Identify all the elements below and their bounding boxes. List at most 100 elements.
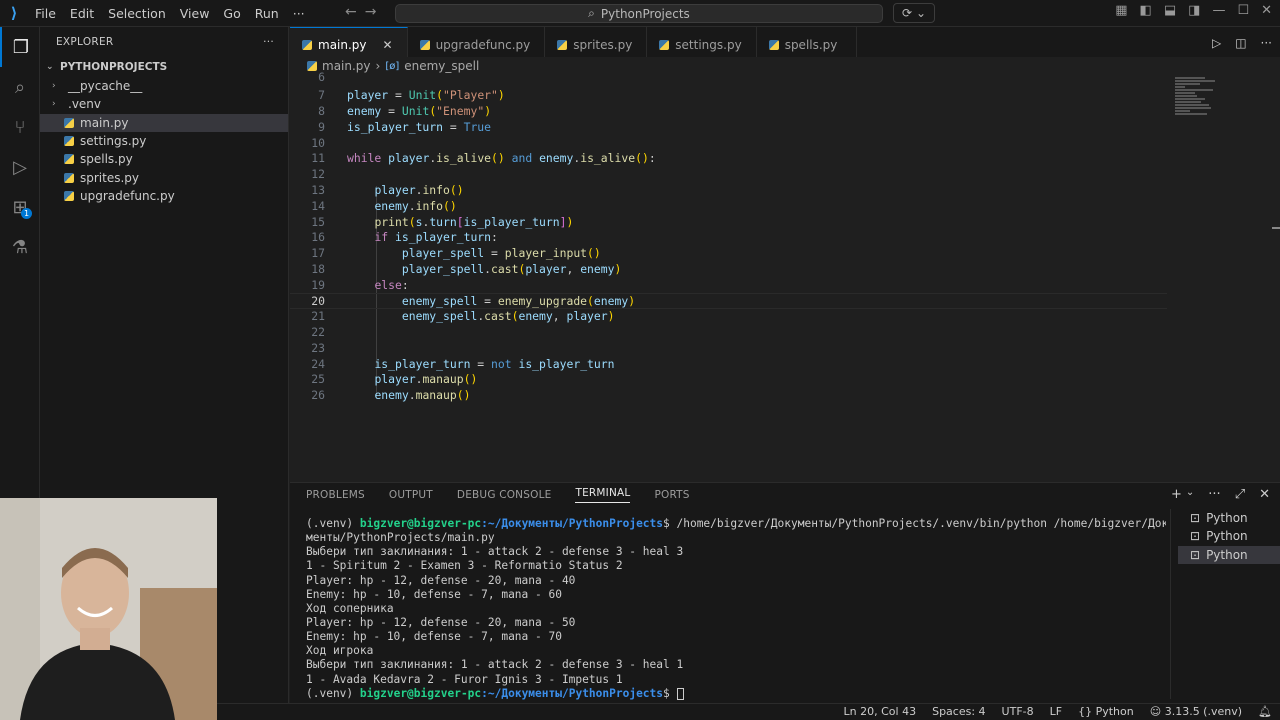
tree-file-settings[interactable]: settings.py (40, 132, 288, 150)
code-line: 9 is_player_turn = True (290, 120, 1170, 136)
menu-go[interactable]: Go (216, 6, 247, 21)
status-interpreter[interactable]: ☺ 3.13.5 (.venv) (1150, 705, 1242, 718)
terminal-line: (.venv) bigzver@bigzver-pc:~/Документы/P… (306, 517, 1166, 531)
command-center[interactable]: ⌕ PythonProjects (395, 4, 883, 23)
tree-item-label: sprites.py (80, 170, 140, 185)
status-cursor-position[interactable]: Ln 20, Col 43 (844, 705, 917, 718)
status-eol[interactable]: LF (1050, 705, 1062, 718)
run-debug-icon[interactable]: ▷ (0, 147, 40, 187)
status-language[interactable]: {} Python (1078, 705, 1134, 718)
testing-icon[interactable]: ⚗ (0, 227, 40, 267)
minimize-icon[interactable]: — (1212, 3, 1225, 18)
toggle-secondary-sidebar-icon[interactable]: ◨ (1188, 3, 1200, 18)
code-line: 15 print(s.turn[is_player_turn]) (290, 215, 1170, 231)
customize-layout-icon[interactable]: ▦ (1115, 3, 1127, 18)
source-control-icon[interactable]: ⑂ (0, 107, 40, 147)
toggle-panel-icon[interactable]: ⬓ (1164, 3, 1176, 18)
line-number: 12 (311, 167, 325, 181)
line-number: 20 (311, 294, 325, 308)
project-root[interactable]: ⌄ PYTHONPROJECTS (40, 57, 288, 77)
search-icon[interactable]: ⌕ (0, 67, 40, 107)
code-line: 10 (290, 136, 1170, 152)
panel-tabs: PROBLEMS OUTPUT DEBUG CONSOLE TERMINAL P… (290, 483, 1280, 507)
tab-terminal[interactable]: TERMINAL (575, 487, 631, 503)
status-language-label: Python (1095, 705, 1134, 718)
extensions-icon[interactable]: ⊞ 1 (0, 187, 40, 227)
minimap[interactable] (1175, 77, 1235, 121)
menu-more[interactable]: ··· (286, 6, 312, 21)
tab-problems[interactable]: PROBLEMS (306, 489, 365, 501)
close-panel-icon[interactable]: ✕ (1259, 487, 1270, 502)
terminal-instance-label: Python (1206, 529, 1248, 544)
code-line: 18 player_spell.cast(player, enemy) (290, 262, 1170, 278)
toggle-sidebar-icon[interactable]: ◧ (1140, 3, 1152, 18)
line-number: 26 (311, 388, 325, 402)
terminal-line: 1 - Spiritum 2 - Examen 3 - Reformatio S… (306, 559, 623, 573)
terminal-line: Выбери тип заклинания: 1 - attack 2 - de… (306, 545, 684, 559)
tab-output[interactable]: OUTPUT (389, 489, 433, 501)
line-number: 8 (318, 104, 325, 118)
terminal-list-divider (1170, 509, 1171, 699)
terminal-output[interactable]: (.venv) bigzver@bigzver-pc:~/Документы/P… (306, 517, 1166, 701)
editor-actions: ▷ ◫ ··· (1212, 36, 1272, 50)
close-window-icon[interactable]: ✕ (1261, 3, 1272, 18)
line-number: 15 (311, 215, 325, 229)
copilot-button[interactable]: ⟳ ⌄ (893, 3, 935, 23)
explorer-icon[interactable]: ❐ (0, 27, 40, 67)
new-terminal-icon[interactable]: + (1171, 487, 1182, 502)
explorer-header: EXPLORER ··· (40, 27, 288, 57)
terminal-instance[interactable]: ⊡ Python (1178, 527, 1280, 545)
status-indentation[interactable]: Spaces: 4 (932, 705, 985, 718)
menu-run[interactable]: Run (248, 6, 286, 21)
code-text: enemy_spell = enemy_upgrade(enemy) (401, 294, 636, 308)
maximize-panel-icon[interactable]: ⤢ (1235, 487, 1245, 502)
code-text: enemy.info() (374, 199, 457, 213)
menu-view[interactable]: View (173, 6, 217, 21)
status-interpreter-label: 3.13.5 (.venv) (1164, 705, 1243, 718)
terminal-instance[interactable]: ⊡ Python (1178, 509, 1280, 527)
tree-folder-venv[interactable]: › .venv (40, 95, 288, 113)
more-actions-icon[interactable]: ··· (1261, 36, 1272, 50)
code-line: 16 if is_player_turn: (290, 230, 1170, 246)
menu-file[interactable]: File (28, 6, 63, 21)
split-editor-icon[interactable]: ◫ (1235, 36, 1246, 50)
terminal-env: (.venv) (306, 686, 354, 700)
line-number: 25 (311, 372, 325, 386)
back-arrow-icon[interactable]: ← (345, 4, 357, 20)
tree-file-spells[interactable]: spells.py (40, 150, 288, 168)
menu-edit[interactable]: Edit (63, 6, 101, 21)
tree-file-upgradefunc[interactable]: upgradefunc.py (40, 187, 288, 205)
terminal-list: ⊡ Python ⊡ Python ⊡ Python (1178, 509, 1280, 564)
more-actions-icon[interactable]: ··· (1208, 487, 1220, 502)
maximize-icon[interactable]: ☐ (1237, 3, 1249, 18)
tab-debug-console[interactable]: DEBUG CONSOLE (457, 489, 552, 501)
terminal-line: Ход соперника (306, 601, 394, 615)
braces-icon: {} (1078, 705, 1093, 718)
explorer-more-button[interactable]: ··· (263, 36, 274, 48)
code-line: 23 (290, 341, 1170, 357)
navigation-arrows: ← → (345, 4, 376, 20)
notifications-bell-icon[interactable]: 🔔︎ (1258, 705, 1272, 718)
code-line: 19 else: (290, 278, 1170, 294)
run-file-icon[interactable]: ▷ (1212, 36, 1221, 50)
tree-file-sprites[interactable]: sprites.py (40, 168, 288, 186)
close-tab-icon[interactable]: ✕ (383, 38, 393, 52)
terminal-icon: ⊡ (1190, 547, 1201, 562)
chevron-down-icon[interactable]: ⌄ (1186, 487, 1194, 502)
code-line: 26 enemy.manaup() (290, 388, 1170, 404)
tree-file-main[interactable]: main.py (40, 113, 288, 132)
webcam-overlay (0, 498, 217, 720)
search-icon: ⌕ (588, 6, 595, 20)
forward-arrow-icon[interactable]: → (365, 4, 377, 20)
menu-selection[interactable]: Selection (101, 6, 173, 21)
status-encoding[interactable]: UTF-8 (1002, 705, 1034, 718)
tab-ports[interactable]: PORTS (654, 489, 689, 501)
editor-scrollbar[interactable] (1272, 227, 1280, 229)
line-number: 21 (311, 309, 325, 323)
tree-folder-pycache[interactable]: › __pycache__ (40, 77, 288, 95)
code-editor[interactable]: 6 7 player = Unit("Player") 8 enemy = Unit… (290, 70, 1280, 480)
python-file-icon (64, 154, 74, 165)
terminal-instance-active[interactable]: ⊡ Python (1178, 545, 1280, 564)
chevron-down-icon: ⌄ (46, 62, 54, 72)
tree-item-label: __pycache__ (68, 79, 143, 94)
